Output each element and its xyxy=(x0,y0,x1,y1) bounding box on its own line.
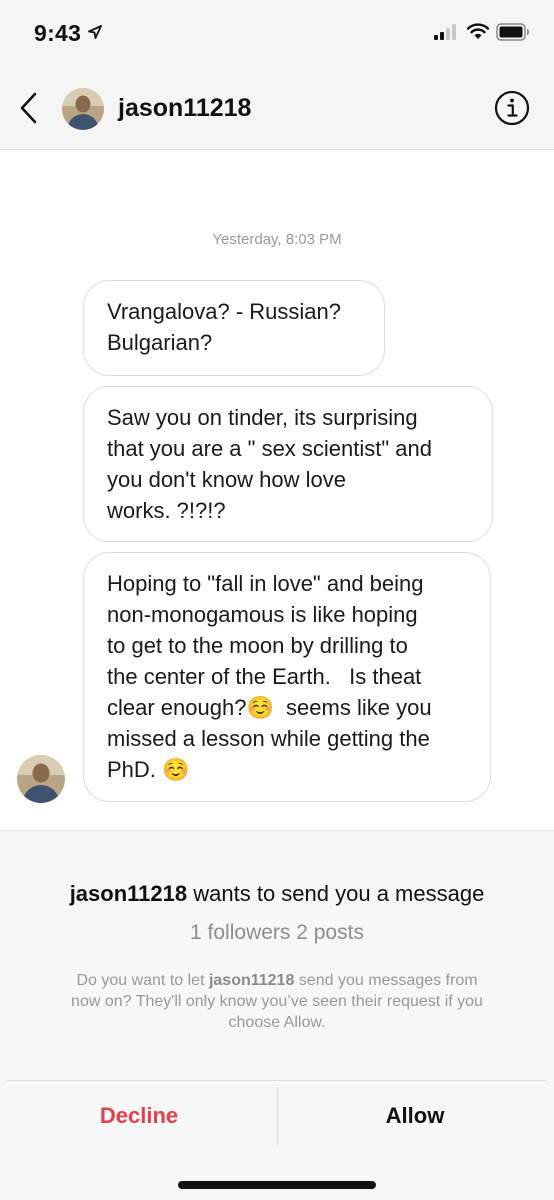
message-text: Hoping to "fall in love" and being non-m… xyxy=(107,571,432,782)
request-desc-prefix: Do you want to let xyxy=(76,972,209,989)
decline-button[interactable]: Decline xyxy=(7,1081,271,1151)
top-bar: 9:43 jason11218 xyxy=(0,0,554,150)
request-desc-username: jason11218 xyxy=(208,972,295,989)
info-button[interactable] xyxy=(494,90,530,126)
status-bar: 9:43 xyxy=(0,0,554,66)
actions-divider xyxy=(277,1087,278,1145)
status-time: 9:43 xyxy=(34,20,82,46)
message-request-panel: jason11218 wants to send you a message 1… xyxy=(0,830,554,1200)
message-text: Vrangalova? - Russian? Bulgarian? xyxy=(107,299,341,355)
request-title: jason11218 wants to send you a message xyxy=(0,881,554,907)
request-description: Do you want to let jason11218 send you m… xyxy=(60,970,494,1033)
request-title-text: wants to send you a message xyxy=(193,881,485,906)
conversation-header: jason11218 xyxy=(0,72,554,144)
message-timestamp: Yesterday, 8:03 PM xyxy=(212,231,342,248)
back-button[interactable] xyxy=(14,88,44,128)
allow-button[interactable]: Allow xyxy=(283,1081,547,1151)
request-actions: Decline Allow xyxy=(7,1080,547,1145)
location-arrow-icon xyxy=(88,25,102,44)
message-bubble[interactable]: Hoping to "fall in love" and being non-m… xyxy=(83,552,491,802)
avatar[interactable] xyxy=(62,88,104,130)
sender-avatar[interactable] xyxy=(17,755,65,803)
header-username[interactable]: jason11218 xyxy=(118,94,251,123)
wifi-icon xyxy=(466,22,490,45)
signal-icon xyxy=(434,24,460,45)
message-bubble[interactable]: Saw you on tinder, its surprising that y… xyxy=(83,386,493,542)
message-bubble[interactable]: Vrangalova? - Russian? Bulgarian? xyxy=(83,280,385,376)
home-indicator[interactable] xyxy=(178,1181,376,1189)
message-text: Saw you on tinder, its surprising that y… xyxy=(107,405,433,523)
request-username: jason11218 xyxy=(69,881,188,906)
battery-icon xyxy=(496,23,530,46)
info-icon xyxy=(494,90,530,126)
back-chevron-icon xyxy=(20,92,37,124)
request-stats: 1 followers 2 posts xyxy=(190,921,364,944)
